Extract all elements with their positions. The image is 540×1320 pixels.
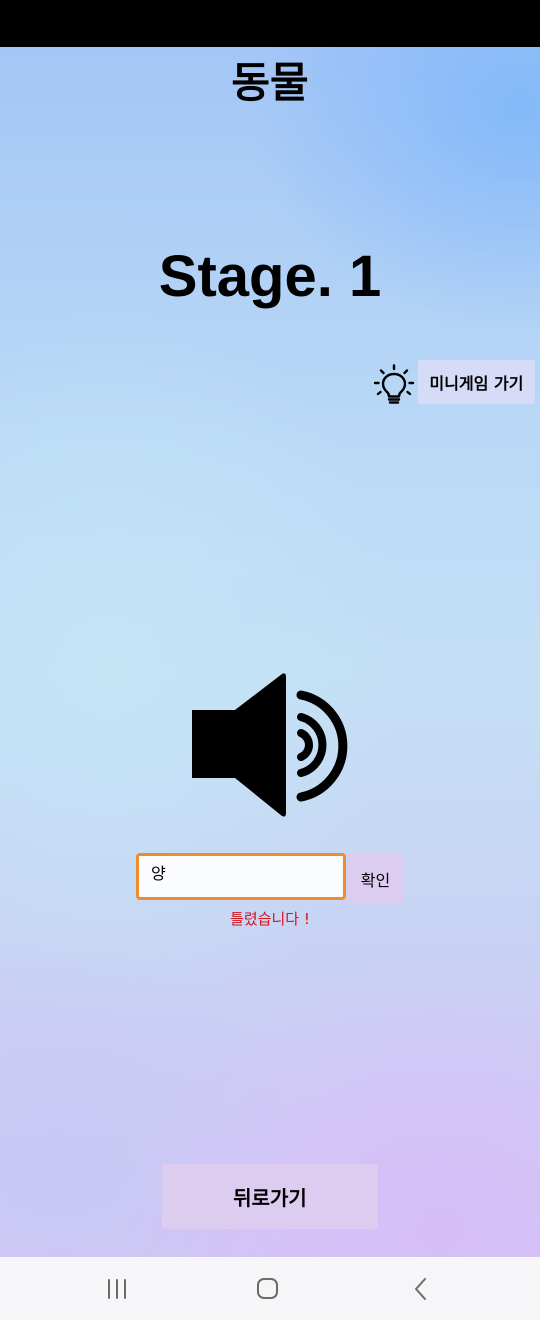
answer-input[interactable] [136,853,346,900]
recent-apps-icon[interactable] [95,1271,139,1307]
speaker-icon[interactable] [188,673,354,823]
result-message: 틀렸습니다 ! [230,910,310,928]
back-button[interactable]: 뒤로가기 [162,1164,378,1229]
status-bar [0,0,540,47]
app-screen: 동물 Stage. 1 미니게임 가기 확인 틀렸습니다 ! 뒤로가기 [0,47,540,1257]
minigame-button[interactable]: 미니게임 가기 [418,360,535,404]
back-arrow-icon[interactable] [398,1271,442,1307]
lightbulb-icon[interactable] [372,363,416,407]
home-icon[interactable] [246,1271,290,1307]
confirm-button[interactable]: 확인 [347,853,404,904]
system-nav-bar [0,1257,540,1320]
category-title: 동물 [231,58,309,107]
stage-title: Stage. 1 [158,244,382,309]
